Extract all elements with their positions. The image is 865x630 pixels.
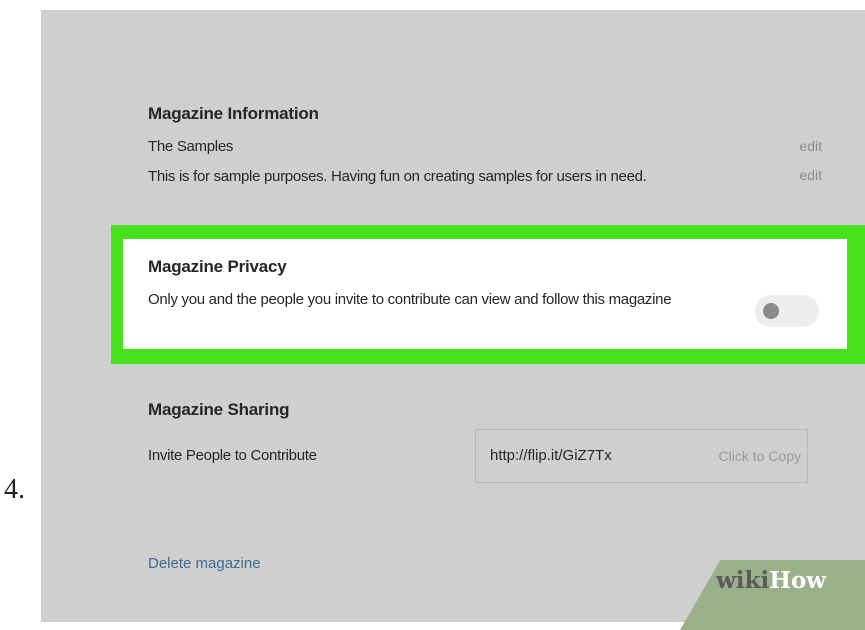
click-to-copy-button[interactable]: Click to Copy	[719, 448, 801, 464]
settings-screen: Magazine Information The Samples edit Th…	[41, 10, 865, 622]
invite-label: Invite People to Contribute	[148, 447, 317, 464]
edit-description-link[interactable]: edit	[799, 167, 822, 183]
share-link-box: http://flip.it/GiZ7Tx Click to Copy	[475, 429, 808, 483]
magazine-sharing-title: Magazine Sharing	[148, 400, 290, 419]
step-number: 4.	[4, 474, 25, 505]
toggle-knob	[763, 303, 779, 319]
delete-magazine-link[interactable]: Delete magazine	[148, 555, 261, 572]
privacy-toggle[interactable]	[755, 295, 819, 327]
magazine-privacy-title: Magazine Privacy	[148, 257, 287, 276]
wikihow-watermark: wikiHow	[716, 567, 827, 594]
magazine-description: This is for sample purposes. Having fun …	[148, 168, 647, 185]
privacy-panel: Magazine Privacy Only you and the people…	[123, 239, 847, 349]
magazine-name: The Samples	[148, 138, 234, 155]
magazine-information-title: Magazine Information	[148, 104, 319, 123]
share-url[interactable]: http://flip.it/GiZ7Tx	[490, 447, 612, 464]
edit-name-link[interactable]: edit	[799, 138, 822, 154]
magazine-privacy-description: Only you and the people you invite to co…	[148, 291, 672, 308]
